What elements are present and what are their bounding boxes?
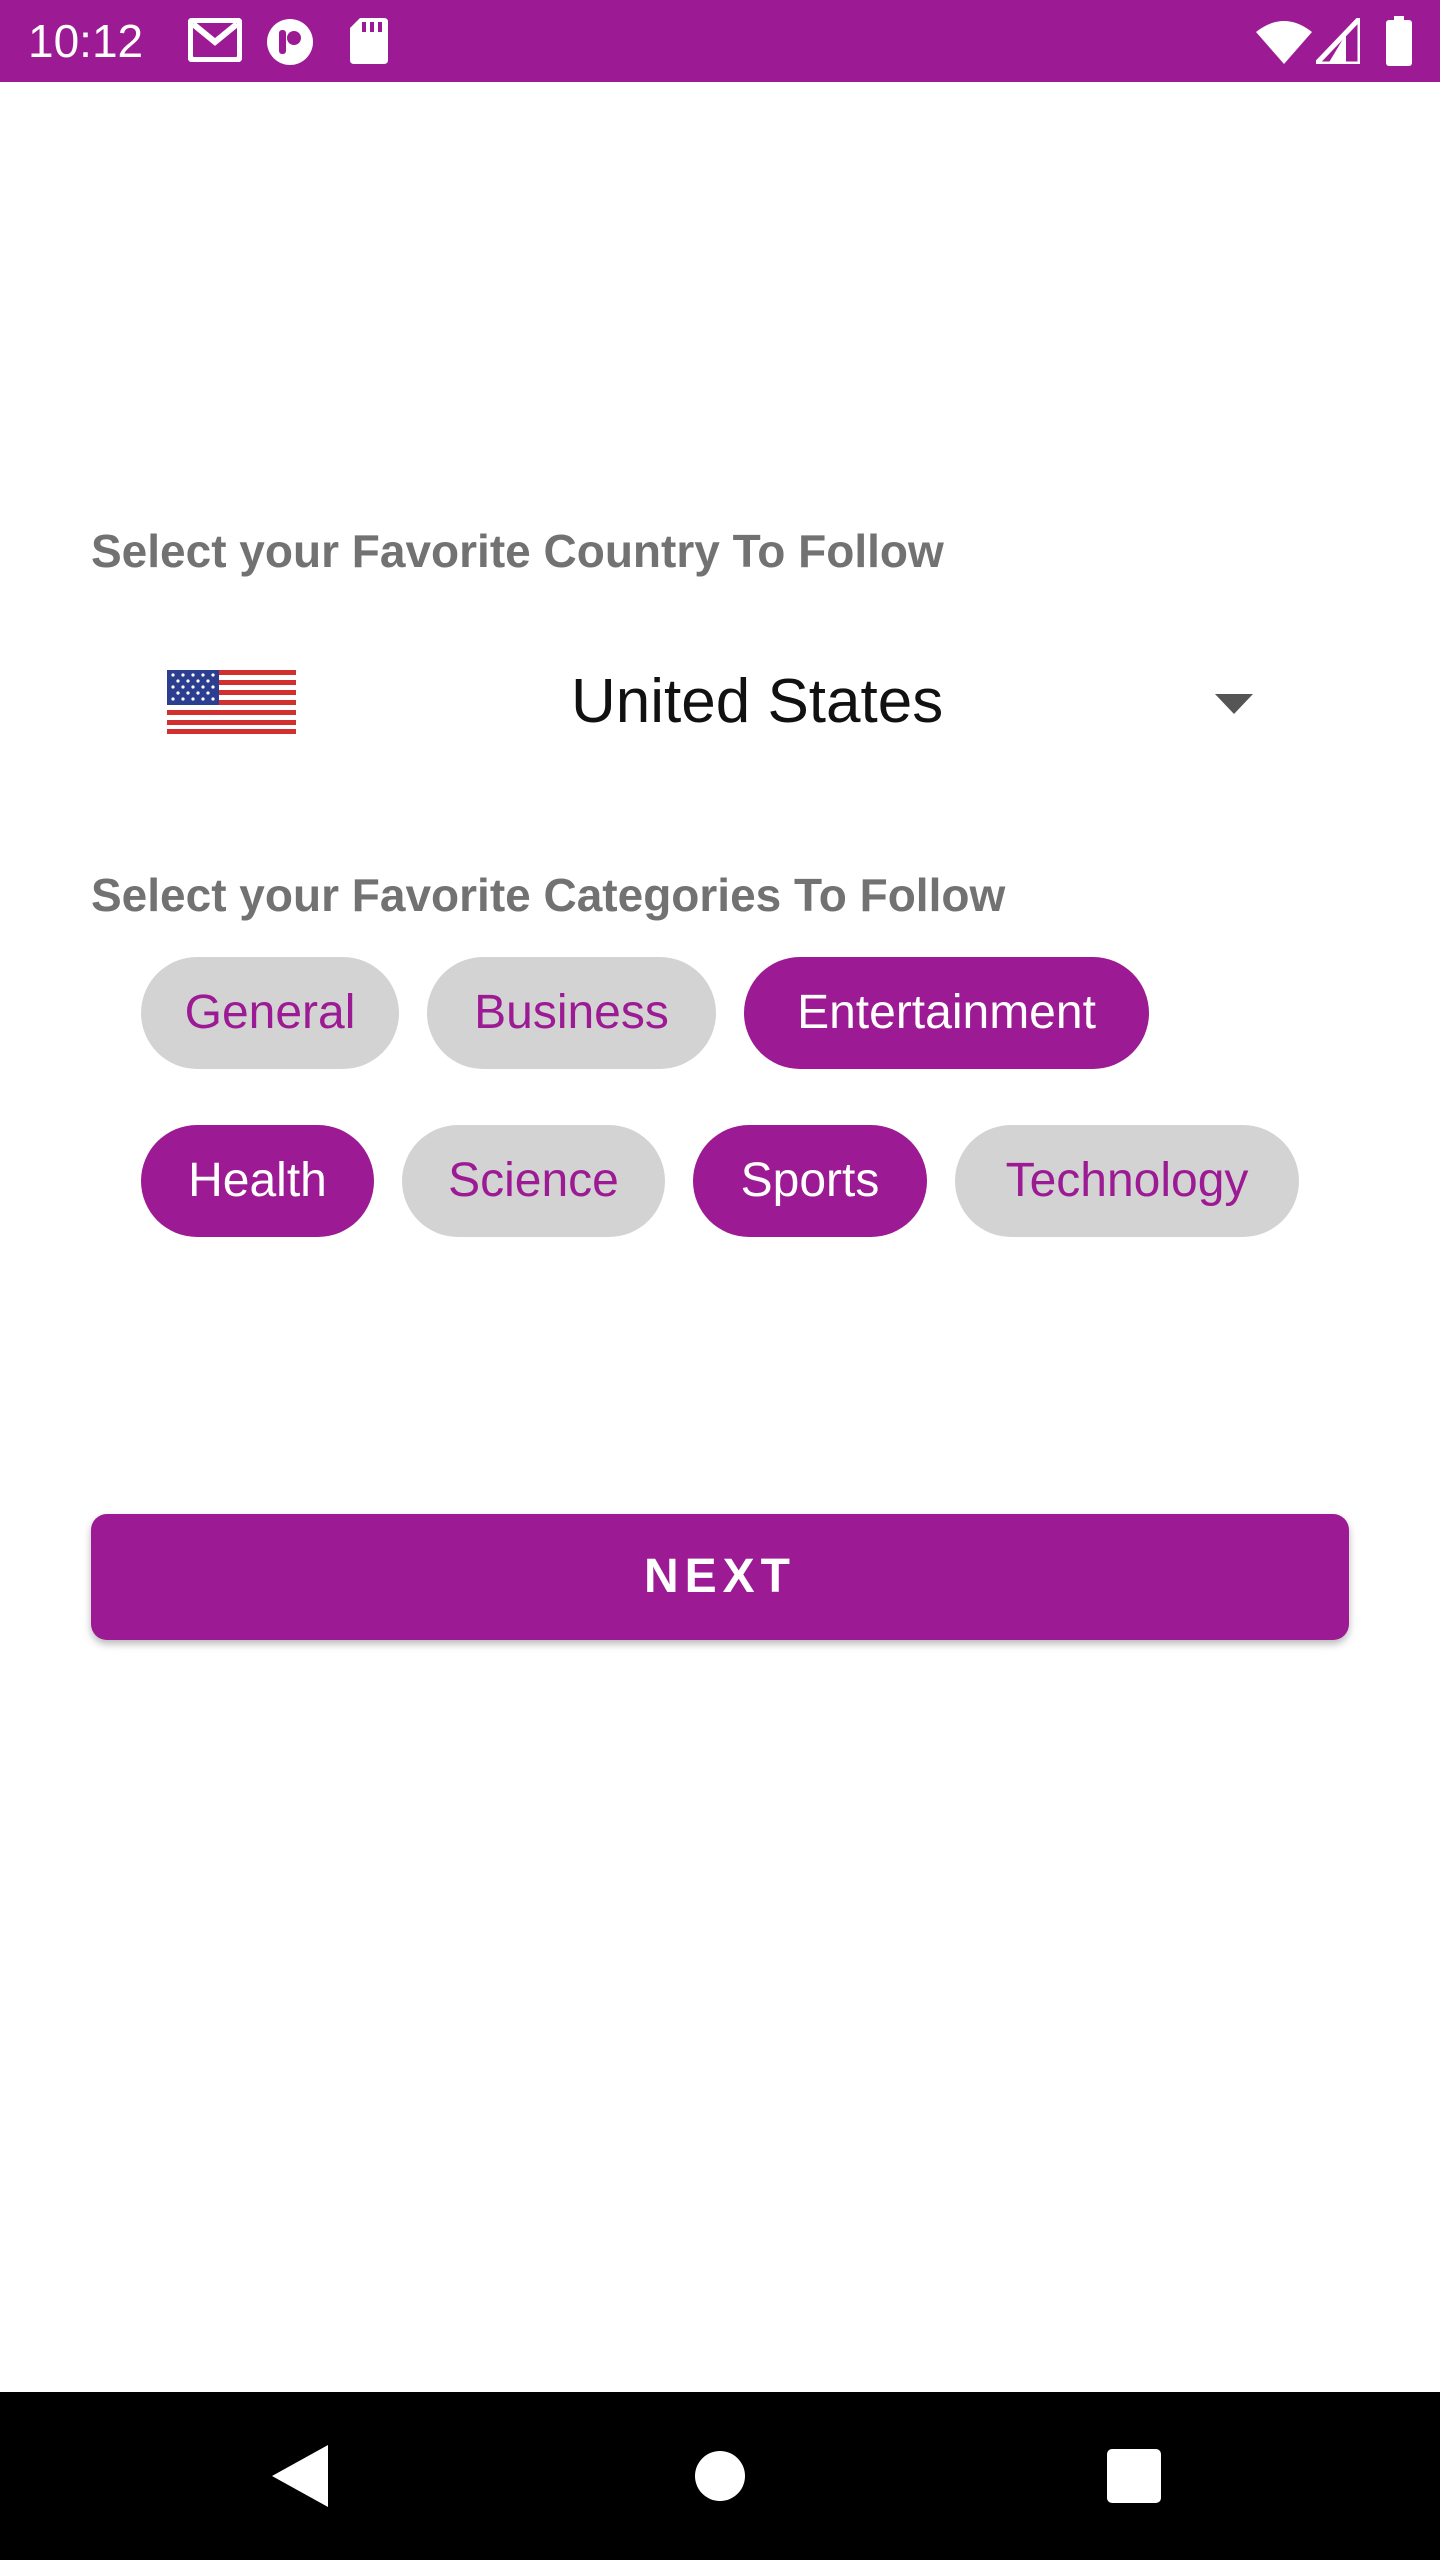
country-dropdown[interactable]: United States <box>91 620 1349 785</box>
home-circle-icon[interactable] <box>640 2392 800 2560</box>
categories-section-label: Select your Favorite Categories To Follo… <box>91 869 1006 921</box>
battery-icon <box>1386 16 1412 66</box>
selected-country: United States <box>571 667 944 736</box>
chip-general[interactable]: General <box>141 957 399 1069</box>
cell-signal-icon <box>1316 18 1360 64</box>
chip-sports[interactable]: Sports <box>693 1125 927 1237</box>
next-button[interactable]: NEXT <box>91 1514 1349 1640</box>
chip-technology[interactable]: Technology <box>955 1125 1299 1237</box>
back-triangle-icon[interactable] <box>220 2392 380 2560</box>
sd-card-icon <box>350 18 388 64</box>
gmail-icon <box>188 18 242 64</box>
chip-science[interactable]: Science <box>402 1125 665 1237</box>
app-notification-icon <box>266 18 314 65</box>
us-flag-icon <box>167 670 296 734</box>
navigation-bar <box>0 2392 1440 2560</box>
status-bar: 10:12 <box>0 0 1440 82</box>
recents-square-icon[interactable] <box>1054 2392 1214 2560</box>
country-section-label: Select your Favorite Country To Follow <box>91 525 944 577</box>
chip-entertainment[interactable]: Entertainment <box>744 957 1149 1069</box>
dropdown-triangle-icon[interactable] <box>1215 694 1253 714</box>
wifi-icon <box>1256 20 1312 66</box>
chip-business[interactable]: Business <box>427 957 716 1069</box>
status-time: 10:12 <box>28 15 144 67</box>
chip-health[interactable]: Health <box>141 1125 374 1237</box>
